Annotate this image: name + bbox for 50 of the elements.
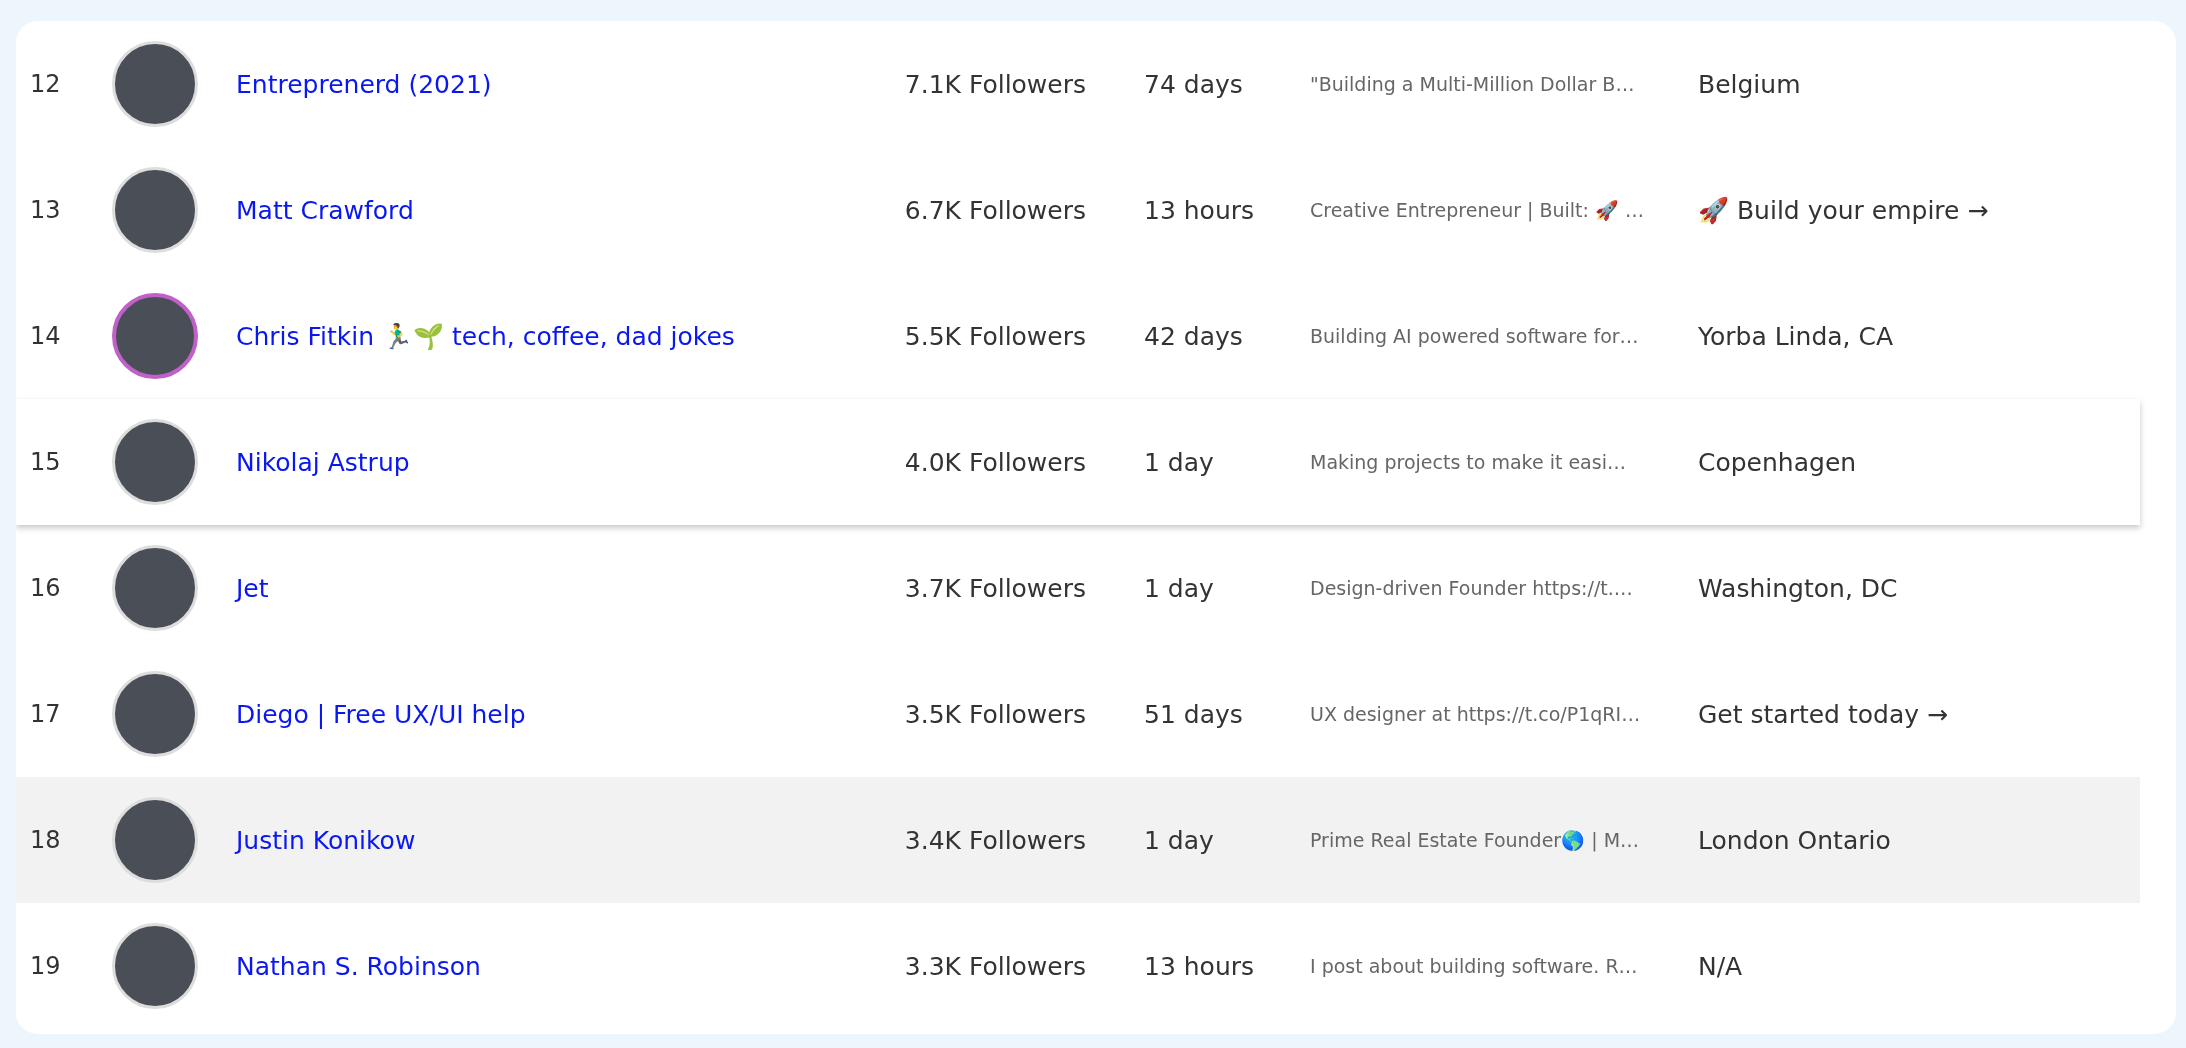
profile-name-link[interactable]: Matt Crawford: [236, 195, 856, 225]
followers-count: 3.4K Followers: [903, 825, 1086, 855]
location-text: London Ontario: [1697, 825, 1892, 855]
rank-number: 16: [29, 574, 62, 602]
followers-count: 6.7K Followers: [903, 195, 1086, 225]
profile-name-link[interactable]: Justin Konikow: [236, 825, 856, 855]
bio-text: "Building a Multi-Million Dollar B…: [1309, 73, 1636, 95]
followers-count: 7.1K Followers: [903, 69, 1086, 99]
rank-number: 19: [29, 952, 62, 980]
location-text: Belgium: [1697, 69, 1802, 99]
profile-name-link[interactable]: Diego | Free UX/UI help: [236, 699, 856, 729]
profile-name-link[interactable]: Chris Fitkin 🏃‍♂🌱 tech, coffee, dad jokes: [236, 321, 856, 351]
time-ago: 42 days: [1143, 321, 1244, 351]
followers-count: 4.0K Followers: [903, 447, 1086, 477]
rank-number: 17: [29, 700, 62, 728]
followers-count: 5.5K Followers: [903, 321, 1086, 351]
profile-name-link[interactable]: Jet: [236, 573, 856, 603]
followers-count: 3.5K Followers: [903, 699, 1086, 729]
rank-number: 13: [29, 196, 62, 224]
location-text: Get started today →: [1697, 699, 1949, 729]
time-ago: 1 day: [1143, 447, 1215, 477]
bio-text: I post about building software. R…: [1309, 955, 1639, 977]
profile-name-link[interactable]: Nikolaj Astrup: [236, 447, 856, 477]
rank-number: 14: [29, 322, 62, 350]
bio-text: Making projects to make it easi…: [1309, 451, 1627, 473]
rank-number: 15: [29, 448, 62, 476]
rank-number: 12: [29, 70, 62, 98]
time-ago: 13 hours: [1143, 195, 1256, 225]
location-text: Copenhagen: [1697, 447, 1858, 477]
location-text: Yorba Linda, CA: [1697, 321, 1895, 351]
rank-number: 18: [29, 826, 62, 854]
location-text: Washington, DC: [1697, 573, 1899, 603]
bio-text: Building AI powered software for…: [1309, 325, 1640, 347]
time-ago: 1 day: [1143, 573, 1215, 603]
profile-name-link[interactable]: Nathan S. Robinson: [236, 951, 856, 981]
time-ago: 13 hours: [1143, 951, 1256, 981]
followers-count: 3.7K Followers: [903, 573, 1086, 603]
bio-text: Creative Entrepreneur | Built: 🚀 …: [1309, 198, 1646, 222]
profile-name-link[interactable]: Entreprenerd (2021): [236, 69, 856, 99]
time-ago: 74 days: [1143, 69, 1244, 99]
table-row[interactable]: 15 Nikolaj Astrup 4.0K Followers 1 day Making projects to make it easi… Copenhagen: [16, 399, 2140, 525]
table-row[interactable]: 18 Justin Konikow 3.4K Followers 1 day Prime Real Estate Founder🌎 | M… London Ontario: [16, 777, 2140, 903]
bio-text: UX designer at https://t.co/P1qRI…: [1309, 703, 1642, 725]
bio-text: Prime Real Estate Founder🌎 | M…: [1309, 828, 1641, 852]
location-text: N/A: [1697, 951, 1744, 981]
time-ago: 51 days: [1143, 699, 1244, 729]
time-ago: 1 day: [1143, 825, 1215, 855]
location-text: 🚀 Build your empire →: [1697, 195, 1990, 225]
bio-text: Design-driven Founder https://t.…: [1309, 577, 1634, 599]
followers-count: 3.3K Followers: [903, 951, 1086, 981]
